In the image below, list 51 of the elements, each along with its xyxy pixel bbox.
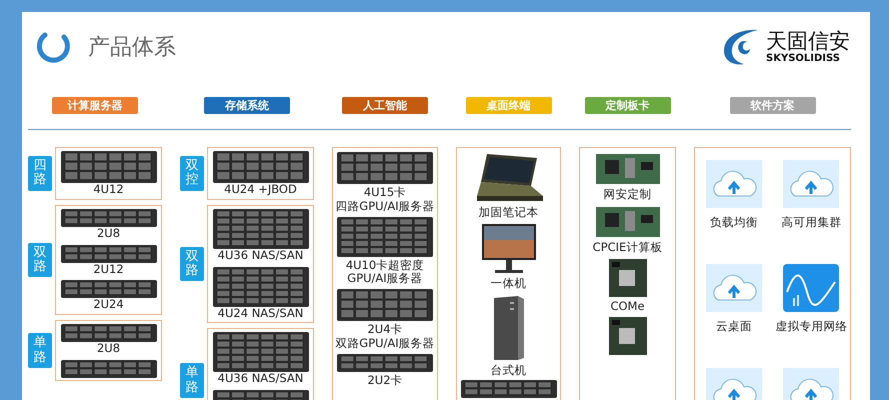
- tier-tag: 双路: [28, 242, 52, 278]
- product-label: 台式机: [490, 364, 526, 378]
- product-label: 4U12: [93, 183, 124, 197]
- product-label: 负载均衡: [710, 216, 758, 230]
- cloud-icon: [783, 160, 840, 208]
- circuit-board-drawing: [594, 152, 660, 186]
- product-label: COMe: [610, 300, 645, 314]
- page-title: 产品体系: [88, 34, 176, 62]
- circuit-board-drawing: [594, 204, 660, 239]
- product-label: 4U10卡超密度: [346, 258, 424, 272]
- tier-tag: 双路: [180, 246, 204, 282]
- product-label: 2U4卡: [367, 323, 403, 337]
- cloud-icon: [706, 264, 762, 312]
- logo-tagline: SKYSOLIDISS: [766, 52, 841, 64]
- tier-tag: 单路: [180, 363, 204, 398]
- tier-tag: 四路: [28, 156, 52, 191]
- product-label: 四路GPU/AI服务器: [335, 200, 435, 214]
- product-label: 2U8: [96, 342, 120, 356]
- product-label: 一体机: [490, 276, 526, 291]
- category-label: 软件方案: [730, 97, 816, 114]
- product-label: 4U24 NAS/SAN: [218, 306, 304, 320]
- product-label: 加固笔记本: [478, 206, 538, 220]
- circuit-board-drawing: [608, 258, 648, 298]
- product-label: 4U36 NAS/SAN: [218, 372, 304, 386]
- category-label: 存储系统: [204, 97, 290, 114]
- product-label: 网安定制: [604, 188, 652, 202]
- product-label: 2U24: [93, 298, 124, 312]
- circuit-board-drawing: [608, 316, 648, 356]
- category-label: 桌面终端: [466, 97, 552, 114]
- product-label: 云桌面: [716, 320, 752, 334]
- product-label: 4U36 NAS/SAN: [218, 248, 304, 263]
- cloud-icon: [706, 160, 762, 208]
- monitor-drawing: [480, 222, 536, 275]
- product-label: 虚拟专用网络: [775, 320, 848, 334]
- product-label: 2U12: [93, 262, 124, 276]
- category-label: 计算服务器: [52, 97, 138, 114]
- wave-chart-icon: [783, 264, 840, 312]
- product-label: 4U24 +JBOD: [224, 183, 297, 197]
- category-label: 定制板卡: [584, 97, 670, 114]
- desktop-tower-drawing: [492, 294, 526, 362]
- product-label: 2U8: [96, 226, 120, 241]
- product-label: 4U15卡: [364, 186, 406, 200]
- product-label: GPU/AI服务器: [347, 272, 423, 286]
- logo-name: 天固信安: [766, 30, 850, 53]
- tier-tag: 单路: [28, 333, 52, 368]
- category-label: 人工智能: [342, 97, 428, 114]
- tier-tag: 双控: [180, 156, 204, 191]
- product-label: 双路GPU/AI服务器: [335, 336, 435, 351]
- product-label: 高可用集群: [781, 216, 842, 230]
- product-label: 2U2卡: [367, 374, 403, 388]
- product-label: CPCIE计算板: [592, 240, 662, 255]
